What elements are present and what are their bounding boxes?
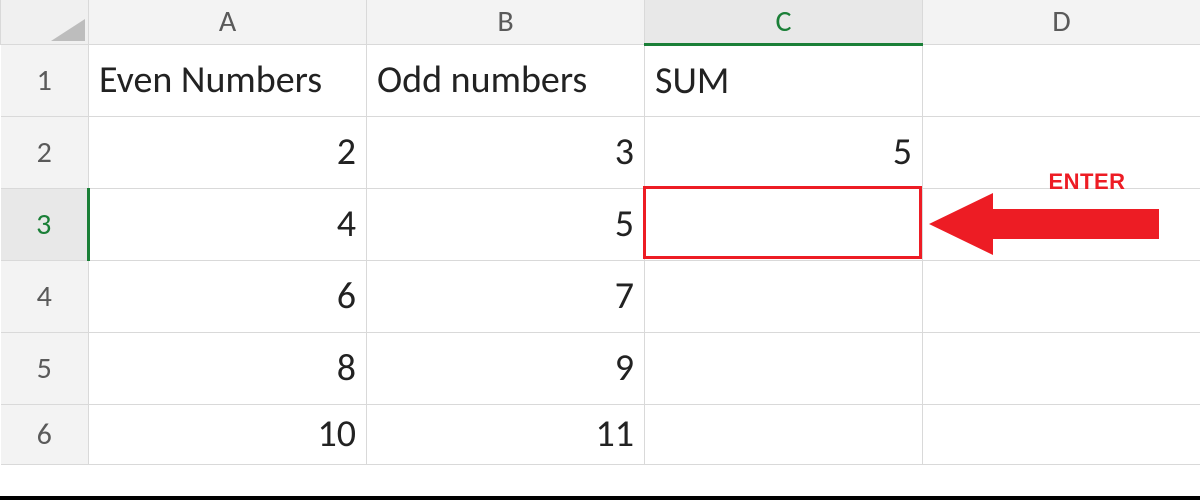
cell-A3[interactable]: 4 [89, 188, 367, 260]
cell-B5[interactable]: 9 [367, 332, 645, 404]
col-header-D[interactable]: D [923, 0, 1200, 44]
cell-B6[interactable]: 11 [367, 404, 645, 464]
row-header-4[interactable]: 4 [1, 260, 89, 332]
cell-D6[interactable] [923, 404, 1200, 464]
spreadsheet-grid[interactable]: A B C D 1 Even Numbers Odd numbers SUM 2… [0, 0, 1200, 500]
row-header-5[interactable]: 5 [1, 332, 89, 404]
cell-D1[interactable] [923, 44, 1200, 116]
column-header-row: A B C D [1, 0, 1200, 44]
cell-D4[interactable] [923, 260, 1200, 332]
grid-row-5: 5 8 9 [1, 332, 1200, 404]
cell-C3[interactable] [645, 188, 923, 260]
cell-B1[interactable]: Odd numbers [367, 44, 645, 116]
cell-C4[interactable] [645, 260, 923, 332]
row-header-1[interactable]: 1 [1, 44, 89, 116]
cell-D5[interactable] [923, 332, 1200, 404]
col-header-C[interactable]: C [645, 0, 923, 44]
row-header-6[interactable]: 6 [1, 404, 89, 464]
cell-B2[interactable]: 3 [367, 116, 645, 188]
row-header-2[interactable]: 2 [1, 116, 89, 188]
cell-C5[interactable] [645, 332, 923, 404]
cell-B3[interactable]: 5 [367, 188, 645, 260]
grid-row-4: 4 6 7 [1, 260, 1200, 332]
cell-A6[interactable]: 10 [89, 404, 367, 464]
row-header-3[interactable]: 3 [1, 188, 89, 260]
grid-row-2: 2 2 3 5 [1, 116, 1200, 188]
cell-A2[interactable]: 2 [89, 116, 367, 188]
cell-A1[interactable]: Even Numbers [89, 44, 367, 116]
cell-B4[interactable]: 7 [367, 260, 645, 332]
select-all-corner[interactable] [1, 0, 89, 44]
grid-row-3: 3 4 5 [1, 188, 1200, 260]
cell-A5[interactable]: 8 [89, 332, 367, 404]
annotation-label: ENTER [1049, 169, 1126, 195]
col-header-B[interactable]: B [367, 0, 645, 44]
grid-table[interactable]: A B C D 1 Even Numbers Odd numbers SUM 2… [0, 0, 1200, 465]
cell-D3[interactable] [923, 188, 1200, 260]
cell-C1[interactable]: SUM [645, 44, 923, 116]
cell-A4[interactable]: 6 [89, 260, 367, 332]
grid-row-1: 1 Even Numbers Odd numbers SUM [1, 44, 1200, 116]
col-header-A[interactable]: A [89, 0, 367, 44]
cell-C6[interactable] [645, 404, 923, 464]
grid-row-6: 6 10 11 [1, 404, 1200, 464]
cell-C2[interactable]: 5 [645, 116, 923, 188]
